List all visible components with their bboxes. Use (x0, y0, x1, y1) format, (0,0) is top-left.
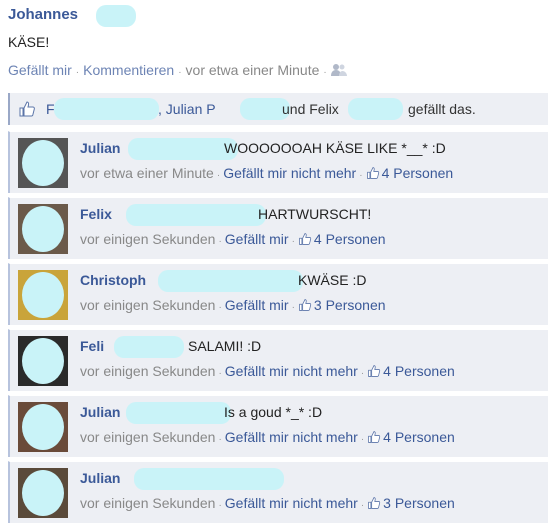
comment-author[interactable]: Julian (80, 404, 120, 420)
likes-suffix: gefällt das. (408, 101, 476, 117)
likes-summary: F , Julian P und Felix gefällt das. (8, 93, 548, 125)
comment-text: SALAMI! :D (188, 338, 262, 354)
thumbs-up-icon (367, 364, 381, 378)
like-count[interactable]: 3 Personen (383, 495, 455, 511)
comment-meta: vor etwa einer Minute · Gefällt mir nicht … (80, 165, 454, 181)
avatar[interactable] (18, 402, 68, 452)
comment-author[interactable]: Felix (80, 206, 112, 222)
avatar[interactable] (18, 138, 68, 188)
unlike-link[interactable]: Gefällt mir nicht mehr (225, 429, 358, 445)
comment: Julian vor einigen Sekunden · Gefällt mir … (8, 461, 548, 523)
like-count[interactable]: 4 Personen (382, 165, 454, 181)
comment-author[interactable]: Feli (80, 338, 104, 354)
avatar[interactable] (18, 468, 68, 518)
comment-text: WOOOOOOAH KÄSE LIKE *__* :D (224, 140, 446, 156)
comment-meta: vor einigen Sekunden · Gefällt mir nicht m… (80, 429, 455, 445)
like-link[interactable]: Gefällt mir (8, 62, 72, 78)
comment-text: KWÄSE :D (298, 272, 367, 288)
post-text: KÄSE! (8, 34, 50, 50)
censor-blur (126, 204, 266, 226)
censor-blur (128, 138, 238, 160)
post-author[interactable]: Johannes (8, 6, 78, 23)
thumbs-up-icon (367, 430, 381, 444)
comment-author[interactable]: Julian (80, 470, 120, 486)
censor-blur (96, 5, 136, 27)
comment: Christoph KWÄSE :D vor einigen Sekunden ·… (8, 263, 548, 325)
like-count[interactable]: 4 Personen (383, 429, 455, 445)
post-actions: Gefällt mir · Kommentieren · vor etwa einer … (8, 62, 347, 80)
comment-text: HARTWURSCHT! (258, 206, 372, 222)
comment-meta: vor einigen Sekunden · Gefällt mir nicht m… (80, 363, 455, 379)
comment-timestamp[interactable]: vor einigen Sekunden (80, 231, 215, 247)
thumbs-up-icon (366, 166, 380, 180)
unlike-link[interactable]: Gefällt mir nicht mehr (225, 363, 358, 379)
comment: Julian WOOOOOOAH KÄSE LIKE *__* :D vor e… (8, 131, 548, 193)
censor-blur (348, 98, 403, 120)
comment-meta: vor einigen Sekunden · Gefällt mir · 4 Perso… (80, 231, 386, 247)
comment-timestamp[interactable]: vor einigen Sekunden (80, 363, 215, 379)
comment-timestamp[interactable]: vor einigen Sekunden (80, 297, 215, 313)
comment: Felix HARTWURSCHT! vor einigen Sekunden ·… (8, 197, 548, 259)
avatar[interactable] (18, 204, 68, 254)
comment-text: Is a goud *_* :D (224, 404, 323, 420)
comment: Julian Is a goud *_* :D vor einigen Seku… (8, 395, 548, 457)
liker-name-2[interactable]: , Julian P (158, 101, 216, 117)
like-link[interactable]: Gefällt mir (225, 297, 289, 313)
people-icon (330, 63, 347, 80)
comment-link[interactable]: Kommentieren (83, 62, 174, 78)
censor-blur (158, 270, 303, 292)
comment-meta: vor einigen Sekunden · Gefällt mir nicht m… (80, 495, 455, 511)
thumbs-up-icon (298, 298, 312, 312)
comment-timestamp[interactable]: vor etwa einer Minute (80, 165, 214, 181)
liker-name-3[interactable]: und Felix (282, 101, 339, 117)
comment-meta: vor einigen Sekunden · Gefällt mir · 3 Perso… (80, 297, 386, 313)
thumbs-up-icon (367, 496, 381, 510)
like-count[interactable]: 4 Personen (314, 231, 386, 247)
censor-blur (126, 402, 231, 424)
unlike-link[interactable]: Gefällt mir nicht mehr (223, 165, 356, 181)
comment-author[interactable]: Christoph (80, 272, 146, 288)
avatar[interactable] (18, 270, 68, 320)
thumbs-up-icon (18, 100, 36, 118)
censor-blur (114, 336, 184, 358)
comment-author[interactable]: Julian (80, 140, 120, 156)
post-timestamp[interactable]: vor etwa einer Minute (186, 62, 320, 78)
censor-blur (54, 98, 159, 120)
thumbs-up-icon (298, 232, 312, 246)
avatar[interactable] (18, 336, 68, 386)
comment: Feli SALAMI! :D vor einigen Sekunden · Gef… (8, 329, 548, 391)
comment-timestamp[interactable]: vor einigen Sekunden (80, 429, 215, 445)
like-link[interactable]: Gefällt mir (225, 231, 289, 247)
like-count[interactable]: 4 Personen (383, 363, 455, 379)
comment-timestamp[interactable]: vor einigen Sekunden (80, 495, 215, 511)
censor-blur (134, 468, 284, 490)
unlike-link[interactable]: Gefällt mir nicht mehr (225, 495, 358, 511)
like-count[interactable]: 3 Personen (314, 297, 386, 313)
